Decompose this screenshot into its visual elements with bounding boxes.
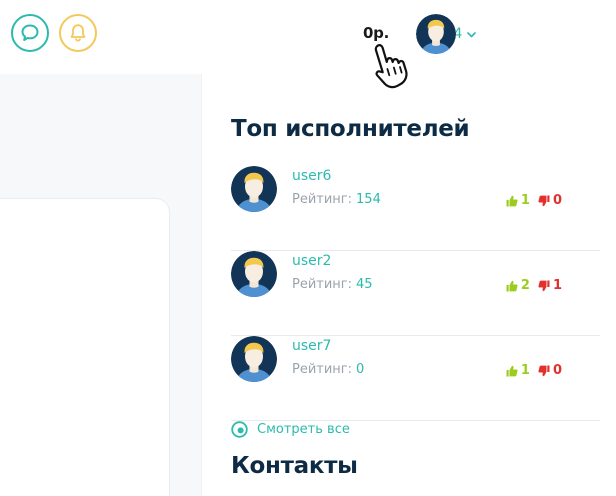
thumbs-up-icon [506, 280, 518, 291]
dislikes-count: 1 [538, 278, 562, 293]
performer-name-link[interactable]: user7 [292, 338, 331, 354]
content-card [0, 198, 170, 496]
performer-votes: 1 0 [506, 193, 562, 208]
avatar[interactable] [231, 336, 277, 382]
performer-item: user6 Рейтинг: 154 1 0 [231, 166, 600, 251]
eye-icon [231, 421, 248, 438]
likes-count: 1 [506, 363, 530, 378]
avatar [416, 14, 456, 54]
avatar[interactable] [231, 166, 277, 212]
performer-rating: Рейтинг: 0 [292, 362, 364, 377]
contacts-title: Контакты [231, 453, 358, 479]
avatar[interactable] [231, 251, 277, 297]
rating-label: Рейтинг: [292, 362, 353, 377]
performer-name-link[interactable]: user6 [292, 168, 331, 184]
performer-rating: Рейтинг: 154 [292, 192, 381, 207]
notifications-button[interactable] [59, 14, 97, 52]
bell-icon [70, 24, 86, 42]
user-menu[interactable]: user4 [416, 14, 477, 54]
chat-button[interactable] [11, 14, 49, 52]
performer-name-link[interactable]: user2 [292, 253, 331, 269]
thumbs-down-icon [538, 365, 550, 376]
performer-item: user2 Рейтинг: 45 2 1 [231, 251, 600, 336]
hand-cursor-icon [374, 44, 408, 89]
thumbs-down-icon [538, 195, 550, 206]
thumbs-up-icon [506, 195, 518, 206]
rating-label: Рейтинг: [292, 277, 353, 292]
dislikes-count: 0 [538, 363, 562, 378]
dislikes-count: 0 [538, 193, 562, 208]
balance-amount: 0р. [363, 24, 389, 42]
performer-item: user7 Рейтинг: 0 1 0 [231, 336, 600, 421]
rating-value: 0 [356, 362, 365, 377]
rating-label: Рейтинг: [292, 192, 353, 207]
chevron-down-icon [467, 32, 477, 38]
see-all-link[interactable]: Смотреть все [231, 421, 350, 438]
performer-votes: 1 0 [506, 363, 562, 378]
rating-value: 45 [356, 277, 373, 292]
performer-votes: 2 1 [506, 278, 562, 293]
see-all-label: Смотреть все [257, 422, 350, 437]
thumbs-up-icon [506, 365, 518, 376]
performer-rating: Рейтинг: 45 [292, 277, 373, 292]
thumbs-down-icon [538, 280, 550, 291]
likes-count: 2 [506, 278, 530, 293]
likes-count: 1 [506, 193, 530, 208]
chat-icon [21, 24, 39, 41]
rating-value: 154 [356, 192, 381, 207]
top-performers-title: Топ исполнителей [231, 116, 470, 142]
